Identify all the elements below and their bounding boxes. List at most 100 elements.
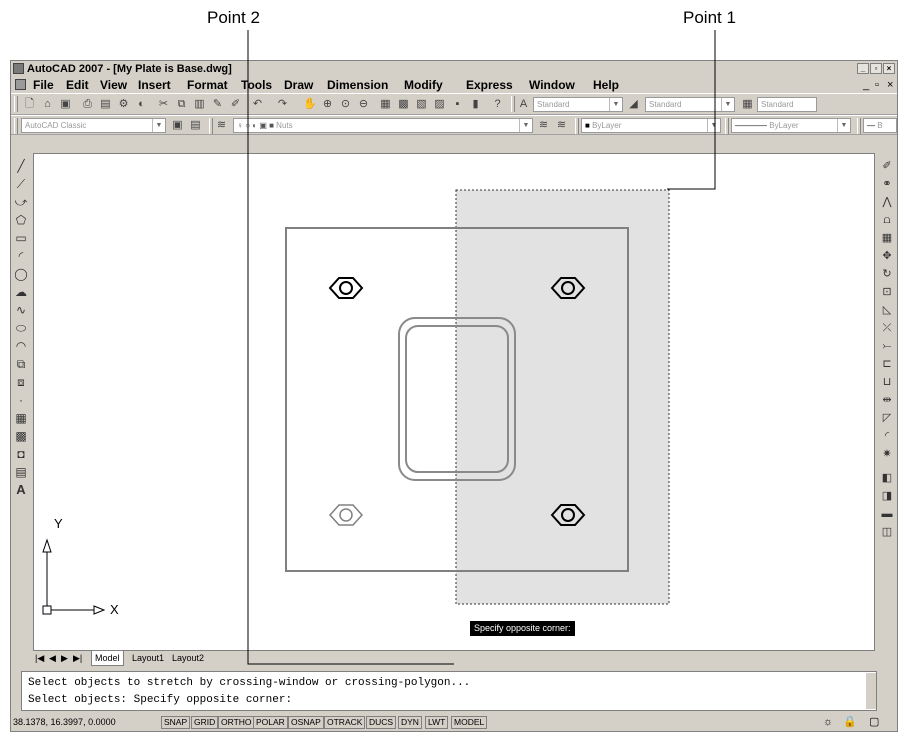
doc-icon[interactable] — [15, 79, 26, 90]
menu-modify[interactable]: Modify — [404, 77, 443, 93]
linetype-select[interactable]: ———— ByLayer ▼ — [731, 118, 851, 133]
3d-dwf-icon[interactable]: ◐ — [135, 98, 148, 111]
line-icon[interactable]: ╱ — [14, 159, 28, 173]
paste-icon[interactable]: ▥ — [193, 98, 206, 111]
menu-tools[interactable]: Tools — [241, 77, 272, 93]
table-style-select[interactable]: Standard — [757, 97, 817, 112]
table-style-icon[interactable]: ▦ — [741, 98, 754, 111]
erase-icon[interactable]: ✐ — [880, 159, 894, 173]
sheet-set-icon[interactable]: ▨ — [433, 98, 446, 111]
spline-icon[interactable]: ∿ — [14, 303, 28, 317]
zoom-realtime-icon[interactable]: ⊕ — [321, 98, 334, 111]
ellipse-arc-icon[interactable]: ◠ — [14, 339, 28, 353]
point-icon[interactable]: · — [14, 393, 28, 407]
tab-first-icon[interactable]: |◀ — [35, 651, 44, 665]
circle-icon[interactable]: ◯ — [14, 267, 28, 281]
menu-format[interactable]: Format — [187, 77, 228, 93]
tab-layout2[interactable]: Layout2 — [169, 651, 207, 665]
drawing-canvas[interactable]: Y X Specify opposite corner: — [33, 153, 875, 651]
move-icon[interactable]: ✥ — [880, 249, 894, 263]
command-window[interactable]: Select objects to stretch by crossing-wi… — [21, 671, 877, 711]
calculator-icon[interactable]: ▮ — [469, 98, 482, 111]
tab-model[interactable]: Model — [91, 651, 124, 666]
polygon-icon[interactable]: ⬠ — [14, 213, 28, 227]
mdi-minimize-icon[interactable]: _ — [863, 77, 869, 93]
copy-object-icon[interactable]: ⚭ — [880, 177, 894, 191]
color-select[interactable]: ■ ByLayer ▼ — [581, 118, 721, 133]
save-icon[interactable]: ▣ — [59, 98, 72, 111]
open-icon[interactable]: ⌂ — [41, 98, 54, 111]
rotate-icon[interactable]: ↻ — [880, 267, 894, 281]
menu-window[interactable]: Window — [529, 77, 575, 93]
layer-select[interactable]: ♀ ○ ◐ ▣ ■ Nuts ▼ — [233, 118, 533, 133]
comm-center-icon[interactable]: ☼ — [823, 715, 833, 729]
dyn-toggle[interactable]: DYN — [398, 716, 422, 729]
tool-palettes-icon[interactable]: ▧ — [415, 98, 428, 111]
region-icon[interactable]: ◘ — [14, 447, 28, 461]
restore-icon[interactable]: ▫ — [870, 63, 882, 74]
polyline-icon[interactable]: ⤻ — [14, 195, 28, 209]
model-toggle[interactable]: MODEL — [451, 716, 488, 729]
minimize-icon[interactable]: _ — [857, 63, 869, 74]
clean-screen-icon[interactable]: ▢ — [869, 715, 879, 729]
workspace-save-icon[interactable]: ▤ — [189, 119, 202, 132]
command-scrollbar[interactable] — [866, 673, 876, 709]
menu-insert[interactable]: Insert — [138, 77, 171, 93]
plot-icon[interactable]: ⎙ — [81, 98, 94, 111]
close-icon[interactable]: × — [883, 63, 895, 74]
properties-icon[interactable]: ▦ — [379, 98, 392, 111]
offset-icon[interactable]: ⩍ — [880, 213, 894, 227]
dim-style-icon[interactable]: ◢ — [627, 98, 640, 111]
text-style-select[interactable]: Standard ▼ — [533, 97, 623, 112]
menu-express[interactable]: Express — [466, 77, 513, 93]
design-center-icon[interactable]: ▩ — [397, 98, 410, 111]
cut-icon[interactable]: ✂ — [157, 98, 170, 111]
snap-toggle[interactable]: SNAP — [161, 716, 191, 729]
draworder-front-icon[interactable]: ◧ — [880, 471, 894, 485]
menu-draw[interactable]: Draw — [284, 77, 313, 93]
explode-icon[interactable]: ✷ — [880, 447, 894, 461]
menu-view[interactable]: View — [100, 77, 127, 93]
layer-manager-icon[interactable]: ≋ — [215, 119, 228, 132]
osnap-toggle[interactable]: OSNAP — [288, 716, 324, 729]
mdi-close-icon[interactable]: × — [887, 77, 893, 93]
markup-icon[interactable]: ▪ — [451, 98, 464, 111]
break-at-point-icon[interactable]: ⊏ — [880, 357, 894, 371]
otrack-toggle[interactable]: OTRACK — [324, 716, 366, 729]
workspace-select[interactable]: AutoCAD Classic ▼ — [21, 118, 166, 133]
break-icon[interactable]: ⊔ — [880, 375, 894, 389]
help-icon[interactable]: ? — [491, 98, 504, 111]
tab-next-icon[interactable]: ▶ — [61, 651, 68, 665]
arc-icon[interactable]: ◜ — [14, 249, 28, 263]
hatch-icon[interactable]: ▦ — [14, 411, 28, 425]
layer-previous-icon[interactable]: ≋ — [555, 119, 568, 132]
gradient-icon[interactable]: ▩ — [14, 429, 28, 443]
pan-icon[interactable]: ✋ — [303, 98, 317, 111]
lwt-toggle[interactable]: LWT — [425, 716, 449, 729]
tab-prev-icon[interactable]: ◀ — [49, 651, 56, 665]
command-line-2[interactable]: Select objects: Specify opposite corner: — [28, 694, 292, 706]
copy-icon[interactable]: ⧉ — [175, 98, 188, 111]
table-icon[interactable]: ▤ — [14, 465, 28, 479]
array-icon[interactable]: ▦ — [880, 231, 894, 245]
text-style-icon[interactable]: A — [517, 98, 530, 111]
polar-toggle[interactable]: POLAR — [253, 716, 288, 729]
undo-icon[interactable]: ↶ — [251, 98, 264, 111]
scale-icon[interactable]: ⊡ — [880, 285, 894, 299]
make-layer-current-icon[interactable]: ≋ — [537, 119, 550, 132]
make-block-icon[interactable]: ⧈ — [14, 375, 28, 389]
chamfer-icon[interactable]: ◸ — [880, 411, 894, 425]
draworder-above-icon[interactable]: ▬ — [880, 507, 894, 521]
zoom-previous-icon[interactable]: ⊖ — [357, 98, 370, 111]
zoom-window-icon[interactable]: ⊙ — [339, 98, 352, 111]
lineweight-select[interactable]: — B — [863, 118, 897, 133]
rectangle-icon[interactable]: ▭ — [14, 231, 28, 245]
workspace-settings-icon[interactable]: ▣ — [171, 119, 184, 132]
ellipse-icon[interactable]: ⬭ — [14, 321, 28, 335]
grid-toggle[interactable]: GRID — [191, 716, 219, 729]
menu-file[interactable]: File — [33, 77, 54, 93]
lock-icon[interactable]: 🔒 — [843, 715, 857, 729]
menu-dimension[interactable]: Dimension — [327, 77, 388, 93]
coordinates-readout[interactable]: 38.1378, 16.3997, 0.0000 — [13, 715, 116, 729]
menu-help[interactable]: Help — [593, 77, 619, 93]
